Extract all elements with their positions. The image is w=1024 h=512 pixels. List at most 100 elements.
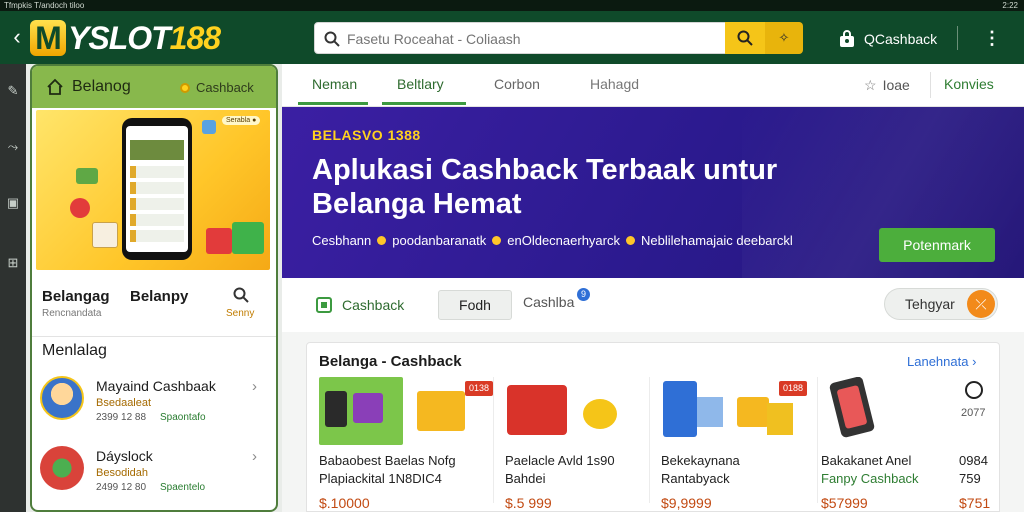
money-icon: [76, 168, 98, 184]
product-card[interactable]: 2077 0984 759 $751: [959, 377, 999, 511]
coin-icon: [180, 82, 190, 93]
product-price: $57999: [821, 495, 868, 511]
tab-hahagd[interactable]: Hahagd: [590, 76, 639, 92]
clock-icon: [965, 381, 983, 399]
left-panel-header: Belanog Cashback: [32, 66, 276, 108]
app-logo[interactable]: M YSLOT 188: [30, 18, 221, 58]
header-divider: [957, 26, 958, 50]
favorites-label: Ioae: [882, 77, 910, 93]
products-section: Belanga - Cashback Lanehnata › 0138 Baba…: [306, 342, 1000, 512]
banner-feature: enOldecnaerhyarck: [507, 233, 620, 248]
sort-icon: ⤫: [967, 290, 995, 318]
filter-cashba-label: Cashlba: [523, 294, 575, 310]
list-item-name: Mayaind Cashbaak: [96, 378, 216, 394]
list-item-sub: Besodidah: [96, 467, 148, 479]
grid-icon[interactable]: ⊞: [4, 254, 22, 272]
product-badge: 2077: [961, 407, 986, 419]
bullet-icon: [377, 236, 387, 245]
sort-label: Tehgyar: [905, 296, 955, 312]
product-card[interactable]: 0138 Babaobest Baelas Nofg Plapiackital …: [319, 377, 494, 511]
shopping-bag-icon: [92, 222, 118, 248]
app-header: ‹ M YSLOT 188 ✧ QCashback ⋮: [0, 11, 1024, 64]
header-cashback-label: QCashback: [864, 31, 938, 47]
gift-box-icon: [232, 222, 264, 254]
product-image: [661, 377, 797, 445]
hero-banner: BELASVO 1388 Aplukasi Cashback Terbaak u…: [282, 107, 1024, 278]
search-bar: ✧: [314, 22, 803, 54]
banner-cta-button[interactable]: Potenmark: [879, 228, 995, 262]
sort-button[interactable]: Tehgyar ⤫: [884, 288, 998, 320]
search-icon: [324, 31, 340, 47]
home-icon[interactable]: [46, 78, 64, 96]
product-subtitle: 759: [959, 471, 981, 486]
divider: [930, 72, 931, 98]
side-rail: ✎ ⤳ ▣ ⊞: [0, 64, 26, 512]
banner-headline-line-2: Belanga Hemat: [312, 188, 522, 220]
pen-icon[interactable]: ✎: [4, 82, 22, 100]
more-menu-icon[interactable]: ⋮: [982, 25, 1002, 51]
back-arrow-icon[interactable]: ‹: [6, 23, 28, 51]
left-panel: Belanog Cashback Serabla ● Belangag Renc…: [30, 64, 278, 512]
search-button-icon: [737, 30, 753, 46]
discount-badge: 0138: [465, 381, 494, 396]
list-item[interactable]: Mayaind Cashbaak Bsedaaleat 2399 12 88 S…: [32, 368, 276, 432]
left-panel-cashback-toggle[interactable]: Cashback: [180, 80, 254, 95]
left-panel-tabs: Belangag Rencnandata Belanpy Senny: [32, 280, 276, 330]
filter-cashback-label: Cashback: [342, 297, 405, 313]
route-icon[interactable]: ⤳: [4, 138, 22, 156]
product-name: Babaobest Baelas Nofg: [319, 453, 456, 468]
see-all-link[interactable]: Lanehnata ›: [907, 354, 976, 369]
heart-icon: [70, 198, 90, 218]
filter-spark-button[interactable]: ✧: [765, 22, 803, 54]
konvies-link[interactable]: Konvies: [944, 76, 994, 92]
tab-corbon[interactable]: Corbon: [494, 76, 540, 92]
tab-neman[interactable]: Neman: [312, 76, 357, 92]
search-icon[interactable]: [232, 286, 250, 304]
status-left-text: Tfmpkis T/andoch tiloo: [4, 1, 85, 10]
product-price: $.10000: [319, 495, 370, 511]
list-item-meta: 2399 12 88: [96, 412, 147, 423]
tab-beltlary[interactable]: Beltlary: [397, 76, 444, 92]
header-cashback-link[interactable]: QCashback: [838, 28, 937, 50]
product-subtitle: Bahdei: [505, 471, 546, 486]
avatar: [40, 376, 84, 420]
product-price: $.5 999: [505, 495, 552, 511]
product-card[interactable]: 0188 Bekekaynana Rantabyack $9,9999: [661, 377, 808, 511]
tab-belanpy[interactable]: Belanpy: [130, 288, 188, 305]
status-bar: Tfmpkis T/andoch tiloo 2:22: [0, 0, 1024, 11]
chat-icon[interactable]: ▣: [4, 194, 22, 212]
star-icon: ☆: [864, 76, 877, 93]
banner-feature: poodanbaranatk: [392, 233, 487, 248]
filter-cashback[interactable]: Cashback: [316, 292, 404, 318]
promo-banner-image[interactable]: Serabla ●: [36, 110, 270, 270]
list-item[interactable]: Dáyslock Besodidah 2499 12 80 Spaentelo …: [32, 438, 276, 502]
product-name: Paelacle Avld 1s90: [505, 453, 615, 468]
product-card[interactable]: Bakakanet Anel Fanpy Cashback $57999: [821, 377, 963, 511]
search-submit-button[interactable]: [725, 22, 765, 54]
search-input[interactable]: [347, 27, 727, 51]
section-title: Menlalag: [42, 342, 107, 359]
count-badge: 9: [577, 288, 590, 301]
product-card[interactable]: Paelacle Avld 1s90 Bahdei $.5 999: [505, 377, 647, 511]
card-icon: [202, 120, 216, 134]
banner-feature: Neblilehamajaic deebarckl: [641, 233, 793, 248]
filter-fodh[interactable]: Fodh: [438, 290, 512, 320]
search-sub-label: Senny: [226, 308, 255, 319]
banner-features: Cesbhann poodanbaranatk enOldecnaerhyarc…: [312, 233, 793, 248]
tab-belangag-sub: Rencnandata: [42, 308, 102, 319]
logo-text: YSLOT: [68, 19, 171, 56]
filter-bar: Cashback Fodh Cashlba 9 Tehgyar ⤫: [282, 278, 1024, 332]
bullet-icon: [492, 236, 502, 245]
product-name: Bakakanet Anel: [821, 453, 912, 468]
box-icon: [417, 391, 465, 431]
favorites-link[interactable]: ☆ Ioae: [864, 74, 910, 96]
product-image: [505, 377, 641, 445]
see-all-label: Lanehnata: [907, 354, 969, 369]
product-subtitle: Rantabyack: [661, 471, 730, 486]
filter-cashba[interactable]: Cashlba 9: [523, 288, 590, 310]
promo-tag: Serabla ●: [222, 116, 261, 125]
tab-belangag[interactable]: Belangag: [42, 288, 110, 305]
phone-illustration: [122, 118, 192, 260]
chevron-right-icon: ›: [252, 448, 257, 465]
gift-box-icon: [206, 228, 232, 254]
